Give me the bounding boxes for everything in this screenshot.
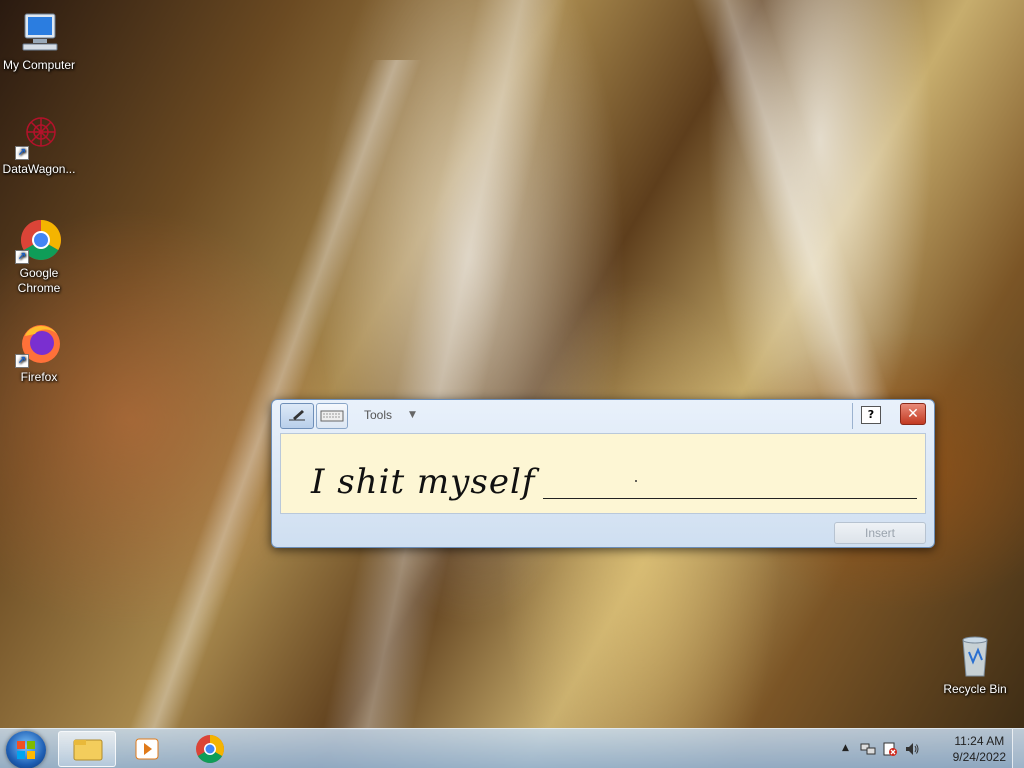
start-button[interactable] bbox=[6, 731, 46, 768]
shortcut-arrow-icon: ↗ bbox=[15, 354, 29, 368]
shortcut-arrow-icon: ↗ bbox=[15, 250, 29, 264]
desktop-icon-label: Firefox bbox=[20, 370, 58, 384]
desktop-icon-firefox[interactable]: ↗ Firefox bbox=[0, 320, 78, 385]
shortcut-arrow-icon: ↗ bbox=[15, 146, 29, 160]
ink-dot bbox=[635, 480, 637, 482]
computer-icon bbox=[15, 8, 63, 56]
taskbar-chrome-button[interactable] bbox=[180, 731, 238, 767]
insert-button[interactable]: Insert bbox=[834, 522, 926, 544]
wallpaper-highlight bbox=[691, 0, 899, 420]
tablet-input-panel: Tools ▼ ? ✕ I shit myself Insert bbox=[271, 399, 935, 548]
show-hidden-icons-icon[interactable]: ▲ bbox=[842, 743, 849, 753]
windows-logo-icon bbox=[6, 741, 46, 768]
media-player-icon bbox=[118, 738, 176, 768]
keyboard-icon bbox=[320, 407, 344, 426]
desktop-icon-label: Recycle Bin bbox=[943, 682, 1007, 696]
firefox-icon: ↗ bbox=[15, 320, 63, 368]
recycle-bin-icon bbox=[951, 632, 999, 680]
handwriting-ink: I shit myself bbox=[311, 462, 536, 502]
desktop-icon-label: DataWagon... bbox=[2, 162, 76, 176]
close-button[interactable]: ✕ bbox=[900, 403, 926, 425]
desktop-icon-chrome[interactable]: ↗ Google Chrome bbox=[0, 216, 78, 296]
clock-date: 9/24/2022 bbox=[952, 750, 1006, 764]
writing-baseline bbox=[543, 498, 917, 499]
windows-explorer-icon bbox=[59, 739, 117, 768]
desktop-icon-my-computer[interactable]: My Computer bbox=[0, 8, 78, 73]
chrome-icon bbox=[180, 735, 238, 768]
desktop-icon-recycle-bin[interactable]: Recycle Bin bbox=[936, 632, 1014, 697]
help-button[interactable]: ? bbox=[852, 403, 888, 429]
taskbar-media-player-button[interactable] bbox=[118, 731, 176, 767]
writing-pad-button[interactable] bbox=[280, 403, 314, 429]
clock-time: 11:24 AM bbox=[954, 734, 1005, 748]
clock[interactable]: 11:24 AM 9/24/2022 bbox=[953, 733, 1006, 765]
writing-pad[interactable]: I shit myself bbox=[280, 433, 926, 514]
chevron-down-icon: ▼ bbox=[409, 410, 416, 420]
action-center-icon[interactable] bbox=[882, 741, 898, 760]
pen-icon bbox=[287, 407, 307, 426]
desktop-icon-label: My Computer bbox=[2, 58, 76, 72]
chrome-icon: ↗ bbox=[15, 216, 63, 264]
volume-icon[interactable] bbox=[904, 741, 920, 760]
desktop-icon-label: Google Chrome bbox=[17, 266, 61, 295]
taskbar-explorer-button[interactable] bbox=[58, 731, 116, 767]
keyboard-button[interactable] bbox=[316, 403, 348, 429]
datawagon-icon: ↗ bbox=[15, 112, 63, 160]
desktop-icon-datawagon[interactable]: ↗ DataWagon... bbox=[0, 112, 78, 177]
system-tray: ▲ 11:24 AM 9/24/2022 bbox=[834, 729, 1024, 768]
help-pen-icon: ? bbox=[861, 406, 881, 424]
taskbar: ▲ 11:24 AM 9/24/2022 bbox=[0, 728, 1024, 768]
network-icon[interactable] bbox=[860, 741, 876, 760]
show-desktop-button[interactable] bbox=[1012, 729, 1024, 768]
tools-menu[interactable]: Tools bbox=[364, 408, 392, 422]
close-icon: ✕ bbox=[907, 406, 919, 422]
input-panel-toolbar: Tools ▼ ? ✕ bbox=[278, 403, 928, 431]
